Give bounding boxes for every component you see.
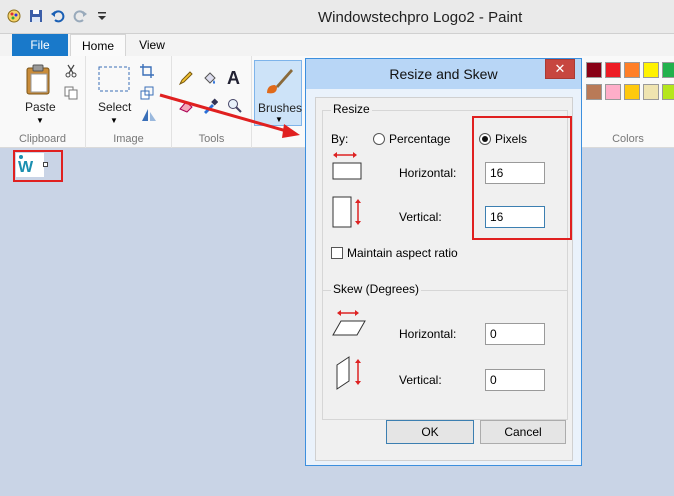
maintain-aspect-label[interactable]: Maintain aspect ratio [347, 246, 458, 260]
resize-skew-dialog: Resize and Skew ✕ Resize By: Percentage … [305, 58, 582, 466]
skew-label: Skew (Degrees) [331, 282, 422, 296]
skew-vertical-input[interactable]: 0 [485, 369, 545, 391]
skew-horizontal-icon [331, 309, 367, 342]
skew-groupbox: Skew (Degrees) Horizontal: 0 Vertical: 0 [322, 282, 568, 420]
percentage-label[interactable]: Percentage [389, 132, 450, 146]
dialog-body: Resize By: Percentage Pixels Horizontal:… [315, 97, 573, 461]
close-icon[interactable]: ✕ [545, 59, 575, 79]
skew-vertical-icon [333, 355, 365, 394]
dialog-title: Resize and Skew [306, 59, 581, 89]
resize-horizontal-icon [331, 151, 365, 184]
cancel-button[interactable]: Cancel [480, 420, 566, 444]
resize-vertical-label: Vertical: [399, 210, 442, 224]
by-label: By: [331, 132, 349, 146]
maintain-aspect-checkbox[interactable] [331, 247, 343, 259]
percentage-radio[interactable] [373, 133, 385, 145]
resize-label: Resize [331, 102, 372, 116]
skew-vertical-label: Vertical: [399, 373, 442, 387]
resize-vertical-icon [331, 195, 365, 234]
ok-button[interactable]: OK [386, 420, 474, 444]
resize-horizontal-label: Horizontal: [399, 166, 457, 180]
skew-horizontal-label: Horizontal: [399, 327, 457, 341]
skew-horizontal-input[interactable]: 0 [485, 323, 545, 345]
highlight-pixels-box [472, 116, 572, 240]
